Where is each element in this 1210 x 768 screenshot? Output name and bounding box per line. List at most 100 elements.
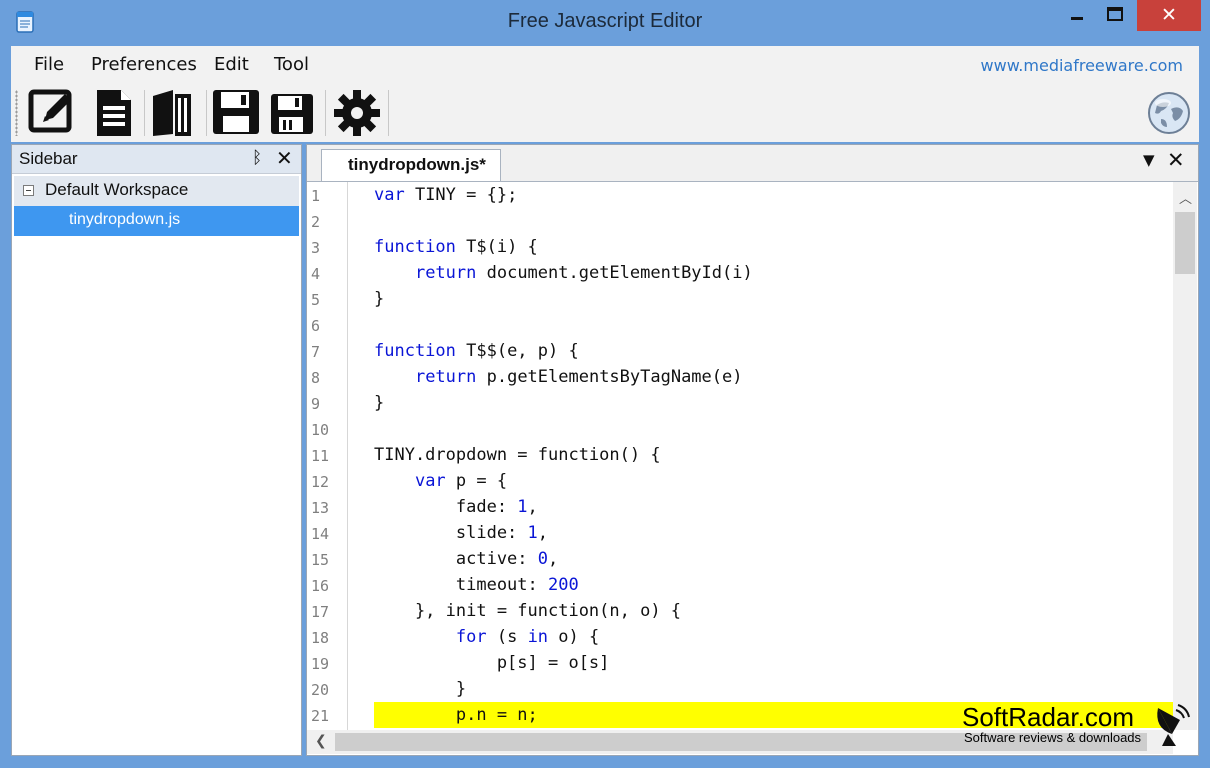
- line-number: 19: [311, 655, 330, 673]
- toolbar: [11, 84, 1199, 142]
- menu-tool[interactable]: Tool: [274, 54, 309, 75]
- scroll-left-icon[interactable]: ❮: [315, 733, 327, 749]
- menu-bar: File Preferences Edit Tool www.mediafree…: [11, 46, 1199, 85]
- collapse-toggle-icon[interactable]: [23, 185, 34, 196]
- watermark-title: SoftRadar.com: [962, 702, 1134, 732]
- line-number: 4: [311, 265, 321, 283]
- line-number: 14: [311, 525, 330, 543]
- editor-pane: tinydropdown.js* ▼ ✕ 1 2 3 4 5 6 7 8 9 10 11 12 13 14…: [306, 144, 1199, 756]
- minimize-icon: [1071, 17, 1083, 20]
- sidebar-header: Sidebar ᛒ ✕: [12, 145, 301, 174]
- line-number: 1: [311, 187, 321, 205]
- code-line[interactable]: var TINY = {};: [348, 182, 1173, 208]
- edit-icon: [28, 89, 72, 133]
- sidebar-panel: Sidebar ᛒ ✕ Default Workspace tinydropdo…: [11, 144, 302, 756]
- new-document-button[interactable]: [91, 86, 143, 138]
- settings-gear-icon: [334, 90, 380, 136]
- workspace-label: Default Workspace: [45, 180, 189, 199]
- save-all-button[interactable]: [269, 86, 321, 138]
- line-number: 15: [311, 551, 330, 569]
- code-line[interactable]: timeout: 200: [348, 572, 1173, 598]
- scroll-up-icon[interactable]: ︿: [1179, 188, 1192, 207]
- code-line[interactable]: for (s in o) {: [348, 624, 1173, 650]
- code-line[interactable]: }, init = function(n, o) {: [348, 598, 1173, 624]
- open-book-icon: [153, 90, 191, 136]
- line-number: 18: [311, 629, 330, 647]
- satellite-dish-icon: [1157, 704, 1190, 746]
- code-line[interactable]: return p.getElementsByTagName(e): [348, 364, 1173, 390]
- code-area[interactable]: var TINY = {}; function T$(i) { return do…: [348, 182, 1173, 730]
- tree-item-file[interactable]: tinydropdown.js: [14, 206, 299, 236]
- open-button[interactable]: [149, 86, 201, 138]
- code-line[interactable]: }: [348, 390, 1173, 416]
- menu-preferences[interactable]: Preferences: [91, 54, 197, 75]
- line-number: 11: [311, 447, 330, 465]
- line-number: 5: [311, 291, 321, 309]
- code-line[interactable]: slide: 1,: [348, 520, 1173, 546]
- tab-tinydropdown[interactable]: tinydropdown.js*: [321, 149, 501, 181]
- maximize-button[interactable]: [1098, 0, 1132, 30]
- vertical-scrollbar[interactable]: ︿: [1173, 182, 1197, 730]
- settings-button[interactable]: [331, 86, 383, 138]
- code-line[interactable]: function T$$(e, p) {: [348, 338, 1173, 364]
- pin-icon[interactable]: ᛒ: [252, 148, 262, 168]
- code-line[interactable]: [348, 416, 1173, 442]
- line-number-gutter: 1 2 3 4 5 6 7 8 9 10 11 12 13 14 15 16 17 18 19 20 21: [307, 182, 348, 730]
- line-number: 8: [311, 369, 321, 387]
- close-icon: ✕: [1161, 4, 1177, 26]
- watermark-subtitle: Software reviews & downloads: [964, 730, 1142, 745]
- line-number: 12: [311, 473, 330, 491]
- code-line[interactable]: TINY.dropdown = function() {: [348, 442, 1173, 468]
- code-line[interactable]: p[s] = o[s]: [348, 650, 1173, 676]
- maximize-icon: [1107, 7, 1123, 21]
- title-bar[interactable]: Free Javascript Editor ✕: [0, 0, 1210, 46]
- new-document-icon: [97, 90, 131, 136]
- line-number: 16: [311, 577, 330, 595]
- save-button[interactable]: [211, 86, 263, 138]
- line-number: 7: [311, 343, 321, 361]
- toolbar-separator: [325, 90, 326, 136]
- file-label: tinydropdown.js: [69, 211, 181, 228]
- line-number: 21: [311, 707, 330, 725]
- watermark: SoftRadar.com Software reviews & downloa…: [962, 702, 1202, 752]
- minimize-button[interactable]: [1060, 0, 1094, 30]
- tab-close-icon[interactable]: ✕: [1167, 148, 1185, 172]
- toolbar-separator: [388, 90, 389, 136]
- sidebar-close-icon[interactable]: ✕: [276, 146, 293, 170]
- code-line[interactable]: }: [348, 286, 1173, 312]
- scroll-thumb[interactable]: [1175, 212, 1195, 274]
- line-number: 2: [311, 213, 321, 231]
- code-line[interactable]: [348, 208, 1173, 234]
- tab-dropdown-icon[interactable]: ▼: [1143, 151, 1155, 169]
- edit-button[interactable]: [27, 86, 79, 138]
- app-window: Free Javascript Editor ✕ File Preference…: [0, 0, 1210, 768]
- save-icon: [213, 90, 259, 134]
- toolbar-separator: [206, 90, 207, 136]
- toolbar-separator: [144, 90, 145, 136]
- line-number: 10: [311, 421, 330, 439]
- code-line[interactable]: fade: 1,: [348, 494, 1173, 520]
- code-line[interactable]: [348, 312, 1173, 338]
- save-all-icon: [271, 94, 313, 134]
- line-number: 20: [311, 681, 330, 699]
- tab-bar: tinydropdown.js* ▼ ✕: [307, 145, 1198, 182]
- code-line[interactable]: }: [348, 676, 1173, 702]
- window-title: Free Javascript Editor: [507, 10, 703, 32]
- line-number: 9: [311, 395, 321, 413]
- code-line[interactable]: return document.getElementById(i): [348, 260, 1173, 286]
- line-number: 3: [311, 239, 321, 257]
- line-number: 17: [311, 603, 330, 621]
- close-window-button[interactable]: ✕: [1137, 0, 1201, 31]
- line-number: 6: [311, 317, 321, 335]
- code-line[interactable]: function T$(i) {: [348, 234, 1173, 260]
- website-link[interactable]: www.mediafreeware.com: [981, 56, 1183, 75]
- tree-item-workspace[interactable]: Default Workspace: [14, 176, 299, 206]
- globe-icon[interactable]: [1147, 91, 1191, 135]
- toolbar-grip[interactable]: [15, 90, 18, 136]
- menu-file[interactable]: File: [34, 54, 64, 75]
- line-number: 13: [311, 499, 330, 517]
- code-line[interactable]: active: 0,: [348, 546, 1173, 572]
- menu-edit[interactable]: Edit: [214, 54, 249, 75]
- sidebar-title: Sidebar: [19, 149, 78, 168]
- code-line[interactable]: var p = {: [348, 468, 1173, 494]
